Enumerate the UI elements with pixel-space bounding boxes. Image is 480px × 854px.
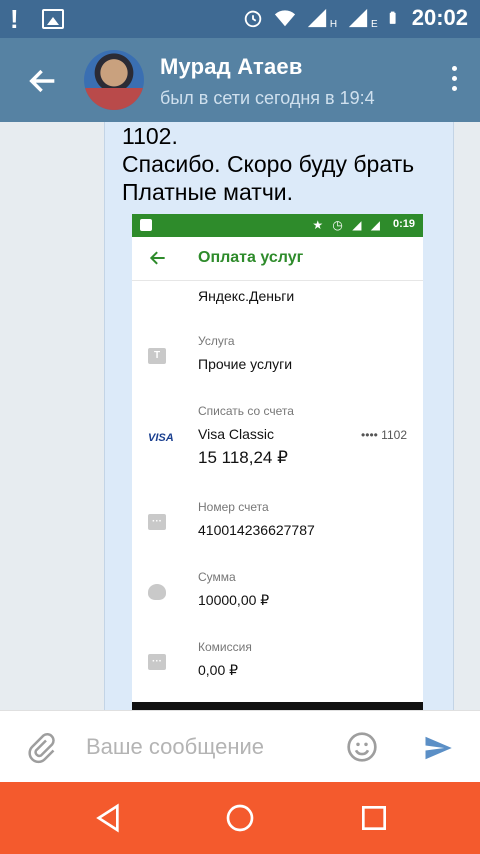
card-mask: •••• 1102: [361, 428, 407, 442]
screenshot-title: Оплата услуг: [198, 249, 304, 266]
recipient-value: Яндекс.Деньги: [198, 288, 295, 304]
message-line: Платные матчи.: [122, 179, 294, 205]
fee-label: Комиссия: [198, 640, 252, 654]
screenshot-nav-bar: [132, 702, 423, 710]
money-bag-icon: [148, 584, 166, 600]
contact-name[interactable]: Мурад Атаев: [160, 54, 303, 80]
app-icon: [140, 219, 152, 231]
system-nav-bar: [0, 782, 480, 854]
message-input-bar: [0, 710, 480, 782]
screenshot-toolbar: Оплата услуг: [132, 237, 423, 281]
last-seen-status: был в сети сегодня в 19:4: [160, 88, 375, 108]
visa-logo: VISA: [148, 432, 174, 444]
alarm-icon: [244, 10, 262, 28]
send-icon[interactable]: [420, 733, 456, 763]
network-type-label-2: E: [371, 18, 378, 30]
battery-icon: [389, 11, 396, 24]
back-arrow-icon[interactable]: [26, 64, 60, 98]
avatar[interactable]: [84, 50, 144, 110]
dots-icon: ···: [148, 514, 166, 530]
image-notification-icon: [42, 9, 64, 29]
account-number-label: Номер счета: [198, 500, 269, 514]
alert-icon: !: [10, 4, 19, 34]
attached-screenshot[interactable]: ★ ◷ ◢ ◢ 0:19 Оплата услуг Яндекс.Деньги …: [132, 214, 423, 710]
clock: 20:02: [411, 5, 468, 30]
account-label: Списать со счета: [198, 404, 294, 418]
sum-value: 10000,00 ₽: [198, 592, 270, 608]
screenshot-clock: 0:19: [392, 218, 415, 230]
card-name: Visa Classic: [198, 426, 274, 442]
message-text: 1102. Спасибо. Скоро буду брать Платные …: [122, 122, 452, 206]
fee-value: 0,00 ₽: [198, 662, 239, 678]
sum-label: Сумма: [198, 570, 236, 584]
network-type-label: H: [329, 18, 338, 30]
chat-area: 1102. Спасибо. Скоро буду брать Платные …: [0, 122, 480, 710]
account-number-value: 410014236627787: [198, 522, 315, 538]
signal-icon-2: [348, 8, 368, 28]
card-balance: 15 118,24 ₽: [198, 448, 288, 467]
status-icons: ★ ◷ ◢ ◢: [312, 218, 383, 232]
attach-icon[interactable]: [26, 731, 56, 765]
message-line: Спасибо. Скоро буду брать: [122, 151, 415, 177]
more-menu-icon[interactable]: [450, 66, 458, 96]
nav-recents-icon[interactable]: [358, 802, 390, 834]
chat-header: Мурад Атаев был в сети сегодня в 19:4: [0, 38, 480, 122]
message-line: 1102.: [122, 123, 178, 149]
dots-icon: ···: [148, 654, 166, 670]
screenshot-status-bar: ★ ◷ ◢ ◢ 0:19: [132, 214, 423, 237]
service-icon: T: [148, 348, 166, 364]
status-bar: ! H E 20:02: [0, 0, 480, 38]
wifi-icon: [274, 10, 295, 27]
emoji-icon[interactable]: [346, 731, 378, 763]
message-input[interactable]: [86, 729, 326, 765]
nav-back-icon[interactable]: [92, 802, 124, 834]
signal-icon: [307, 8, 326, 28]
nav-home-icon[interactable]: [224, 802, 256, 834]
service-value: Прочие услуги: [198, 356, 293, 372]
back-arrow-icon: [149, 251, 165, 265]
service-label: Услуга: [198, 334, 235, 348]
